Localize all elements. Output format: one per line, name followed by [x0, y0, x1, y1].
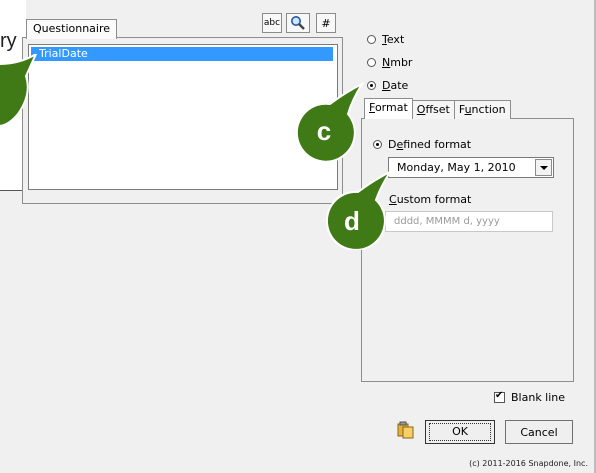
cancel-button[interactable]: Cancel: [505, 420, 573, 444]
tab-offset[interactable]: Offset: [411, 100, 455, 119]
hash-icon: #: [321, 16, 331, 30]
tab-questionnaire[interactable]: Questionnaire: [26, 19, 118, 39]
search-button[interactable]: [286, 13, 310, 33]
clipboard-button[interactable]: [396, 420, 416, 440]
custom-format-label: Custom format: [389, 193, 472, 206]
radio-button[interactable]: [373, 140, 382, 149]
callout-letter-c: c: [316, 116, 332, 146]
callout-letter-d: d: [344, 206, 360, 236]
radio-date[interactable]: Date: [367, 79, 408, 92]
abc-button[interactable]: abc: [262, 13, 282, 33]
search-icon: [291, 16, 305, 30]
background-text: ry: [0, 30, 17, 52]
format-tabs: Format Offset Function: [364, 98, 511, 119]
radio-nmbr[interactable]: Nmbr: [367, 56, 412, 69]
blank-line-checkbox[interactable]: [494, 390, 505, 403]
tab-format[interactable]: Format: [364, 98, 413, 119]
defined-format-label: Defined format: [388, 138, 472, 151]
radio-text[interactable]: Text: [367, 33, 404, 46]
callout-c: c: [290, 82, 370, 162]
callout-left-partial: [0, 54, 42, 126]
radio-button[interactable]: [367, 35, 376, 44]
radio-label-nmbr: Nmbr: [382, 56, 413, 69]
hash-button[interactable]: #: [316, 13, 336, 33]
copyright: (c) 2011-2016 Snapdone, Inc.: [469, 459, 588, 468]
defined-format-value: Monday, May 1, 2010: [397, 161, 516, 174]
radio-defined-format[interactable]: Defined format: [373, 138, 471, 151]
tab-function[interactable]: Function: [453, 100, 511, 119]
radio-label-text: Text: [382, 33, 405, 46]
chevron-down-icon[interactable]: [535, 159, 552, 176]
blank-line-label: Blank line: [511, 391, 566, 404]
radio-button[interactable]: [367, 58, 376, 67]
callout-d: d: [320, 170, 400, 250]
radio-label-date: Date: [382, 79, 409, 92]
ok-label: OK: [429, 423, 491, 441]
ok-button[interactable]: OK: [425, 420, 495, 444]
clipboard-icon: [397, 421, 414, 439]
list-item[interactable]: TrialDate: [31, 47, 333, 61]
custom-format-input[interactable]: dddd, MMMM d, yyyy: [385, 211, 553, 232]
abc-icon: abc: [263, 18, 281, 28]
defined-format-select[interactable]: Monday, May 1, 2010: [388, 157, 554, 178]
